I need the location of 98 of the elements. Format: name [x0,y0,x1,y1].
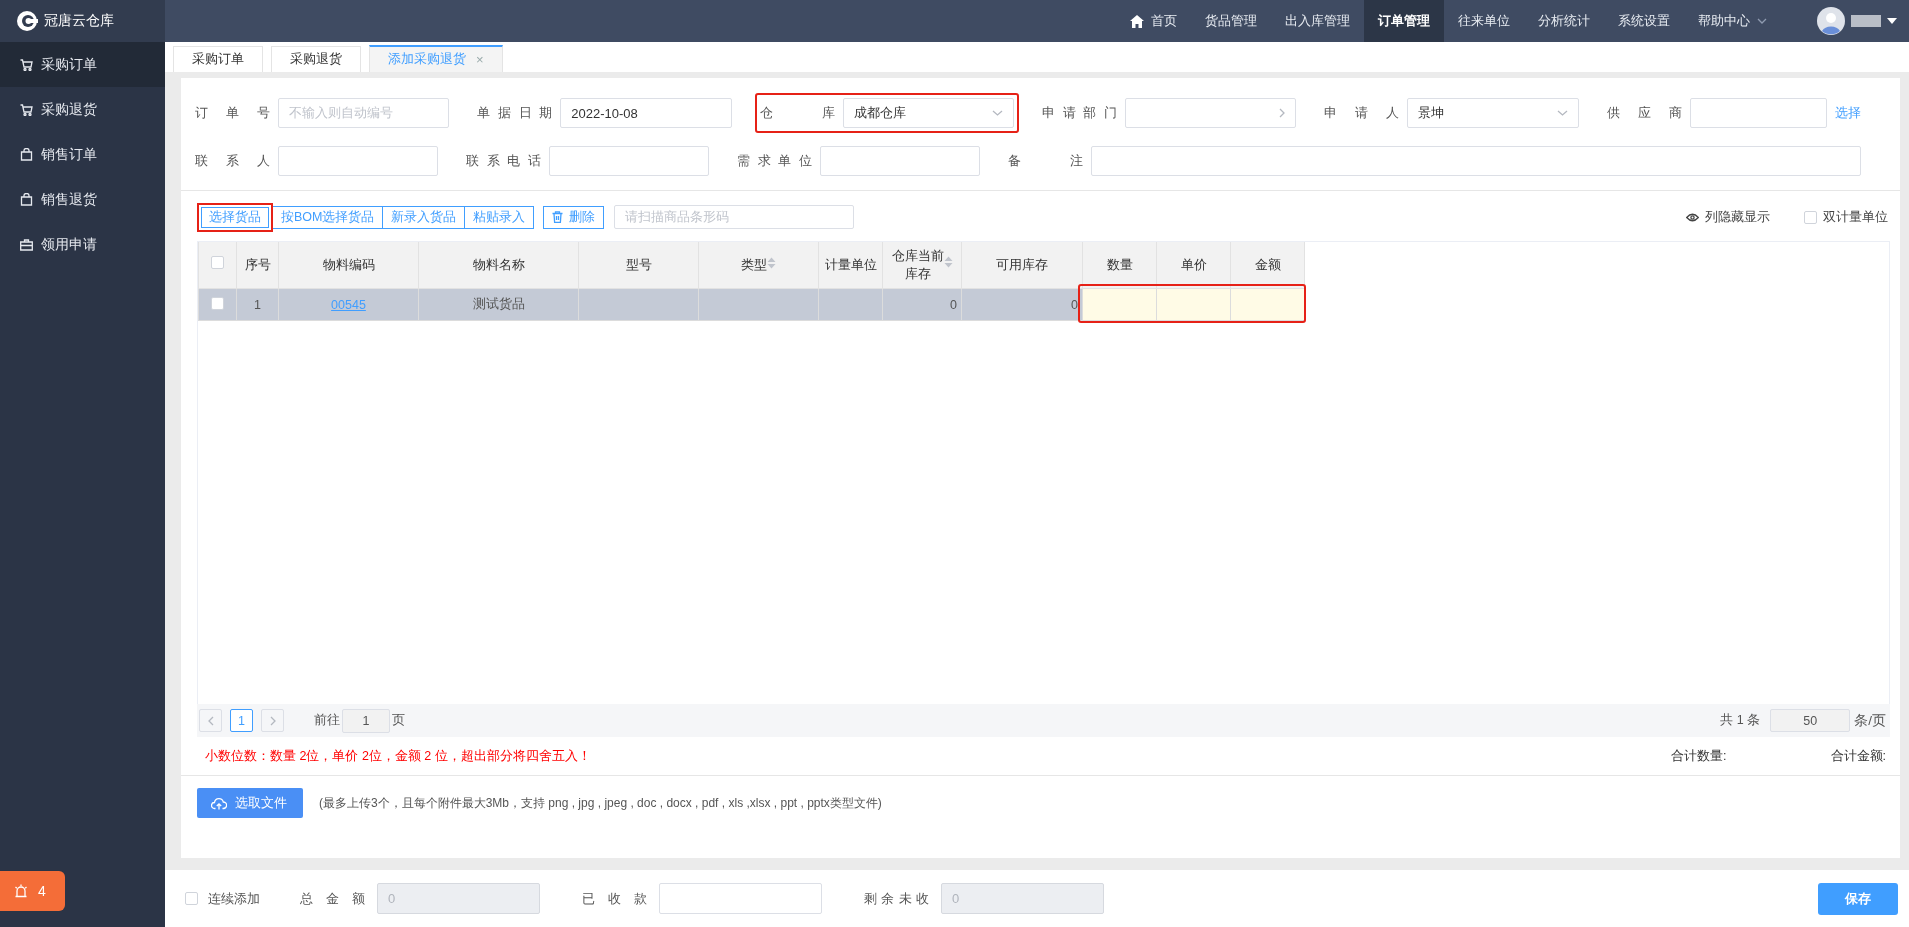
checkbox[interactable] [211,296,224,310]
input-cell[interactable] [1156,288,1231,321]
app-title: 冠唐云仓库 [44,12,114,30]
cart-icon [20,103,33,116]
logo-icon [16,10,38,32]
eye-icon [1686,212,1699,222]
select-field[interactable]: 成都仓库 [842,98,1014,128]
sort-icon [767,257,776,269]
column-header: 型号 [578,242,699,289]
goto-label: 前往 [314,712,340,729]
bag-icon [20,193,33,206]
alarm-icon [14,884,28,898]
checkbox[interactable] [1804,210,1817,224]
input-cell[interactable] [1230,288,1305,321]
checkbox-label: 双计量单位 [1823,208,1888,226]
input-field[interactable]: 2022-10-08 [560,98,732,128]
column-header: 物料名称 [418,242,579,289]
field-label: 需求单位 [736,152,812,170]
cloud-upload-icon [211,796,227,810]
input-field: 0 [941,883,1104,914]
field-label: 联系电话 [465,152,541,170]
input-field[interactable] [1090,146,1861,176]
trash-icon [552,211,564,223]
checkbox[interactable] [185,892,198,905]
nav-item[interactable]: 首页 [1116,0,1191,42]
field-label: 申请人 [1324,104,1400,122]
table-cell: 测试货品 [418,288,579,321]
column-header: 可用库存 [961,242,1083,289]
nav-item[interactable]: 分析统计 [1524,0,1604,42]
input-field: 0 [377,883,540,914]
select-field[interactable]: 景坤 [1407,98,1579,128]
table-cell: 0 [961,288,1083,321]
column-header: 数量 [1082,242,1157,289]
decimal-note: 小数位数：数量 2位，单价 2位，金额 2 位，超出部分将四舍五入！ [205,747,591,765]
sidebar-item[interactable]: 采购订单 [0,42,165,87]
nav-item[interactable]: 系统设置 [1604,0,1684,42]
sidebar-item[interactable]: 销售订单 [0,132,165,177]
chevron-right-icon [1279,108,1286,118]
chevron-right-icon [269,715,276,726]
table-cell: 0 [882,288,962,321]
page-tab[interactable]: 采购订单 [173,46,263,72]
checkbox-label: 连续添加 [208,889,260,908]
column-header: 序号 [236,242,279,289]
total-label: 合计金额: [1830,747,1886,765]
column-header: 物料编码 [278,242,419,289]
prev-page-button[interactable] [199,709,222,732]
field-label: 仓库 [759,104,835,122]
next-page-button[interactable] [261,709,284,732]
column-header: 单价 [1156,242,1231,289]
input-field[interactable] [1689,98,1827,128]
input-cell[interactable] [1082,288,1157,321]
total-count: 共 1 条 [1720,712,1761,729]
field-label: 联系人 [195,152,270,170]
chevron-left-icon [207,715,214,726]
column-toggle-button[interactable]: 列隐藏显示 [1686,208,1770,226]
page-tab[interactable]: 采购退货 [271,46,361,72]
field-label: 订单号 [195,104,270,122]
picker-field[interactable] [1125,98,1297,128]
field-label: 剩余未收 [864,889,929,908]
sort-icon [943,256,953,269]
column-header: 金额 [1230,242,1305,289]
input-field[interactable] [548,146,709,176]
input-field[interactable] [278,146,438,176]
nav-item[interactable]: 往来单位 [1444,0,1524,42]
briefcase-icon [20,238,33,251]
nav-item[interactable]: 订单管理 [1364,0,1444,42]
column-header[interactable]: 类型 [698,242,819,289]
nav-item[interactable]: 出入库管理 [1271,0,1364,42]
total-label: 合计数量: [1671,747,1727,765]
chevron-down-icon [1556,110,1568,116]
field-label: 总金额 [300,889,365,908]
nav-item[interactable]: 帮助中心 [1684,0,1781,42]
page-input[interactable]: 1 [342,708,390,733]
field-label: 申请部门 [1042,104,1117,122]
sidebar-item[interactable]: 采购退货 [0,87,165,132]
field-label: 供应商 [1606,104,1682,122]
column-header[interactable]: 仓库当前库存 [882,242,962,289]
field-label: 已收款 [582,889,647,908]
chevron-down-icon [992,110,1003,116]
column-header: 计量单位 [818,242,883,289]
bag-icon [20,148,33,161]
home-icon [1130,14,1144,28]
checkbox[interactable] [211,256,224,269]
field-label: 备注 [1007,152,1083,170]
caret-icon [1887,18,1897,24]
input-field[interactable] [659,883,822,914]
page-size-suffix: 条/页 [1854,711,1887,730]
field-label: 单据日期 [477,104,553,122]
input-field[interactable] [819,146,980,176]
cart-icon [20,58,33,71]
page-suffix: 页 [392,712,405,729]
nav-item[interactable]: 货品管理 [1191,0,1271,42]
upload-hint: (最多上传3个，且每个附件最大3Mb，支持 png , jpg , jpeg , doc , docx , pdf , xls ,xlsx , ppt , pptx类型文件) [319,794,882,812]
avatar-icon [1817,7,1845,35]
sidebar-item[interactable]: 领用申请 [0,222,165,267]
page-size-field[interactable]: 50 [1770,709,1851,732]
redacted-name-drawing [1851,15,1881,27]
sidebar-item[interactable]: 销售退货 [0,177,165,222]
